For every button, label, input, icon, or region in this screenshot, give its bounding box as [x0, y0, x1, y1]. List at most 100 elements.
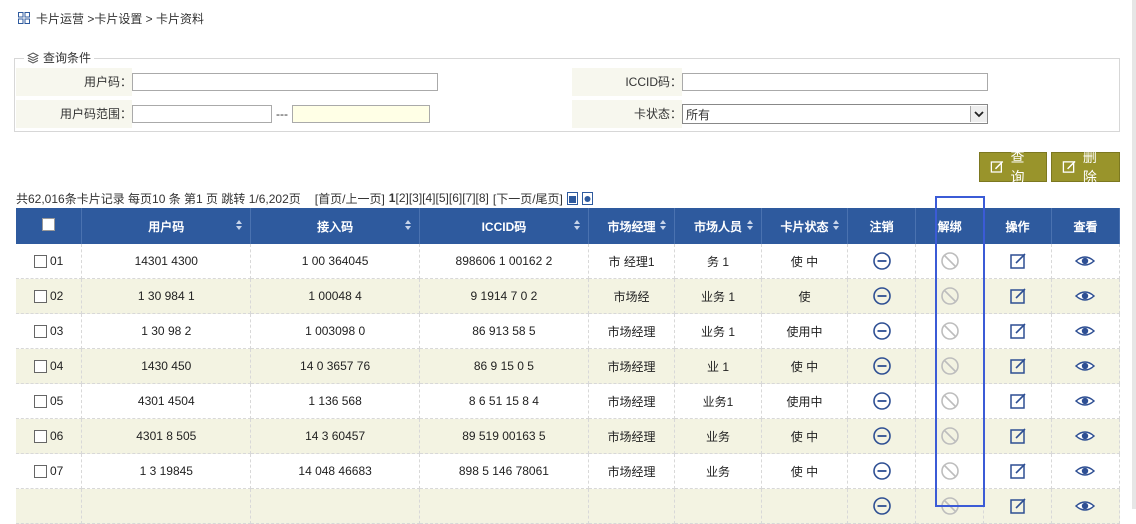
operate-cell — [983, 313, 1052, 349]
pager-page[interactable]: [4] — [422, 191, 435, 205]
edit-icon[interactable] — [1008, 426, 1028, 446]
pager-page[interactable]: [6] — [449, 191, 462, 205]
pager-next-last[interactable]: [下一页/尾页] — [493, 190, 563, 207]
staff-cell: 业 1 — [674, 348, 762, 384]
eye-icon[interactable] — [1075, 286, 1096, 306]
access-code-cell: 14 048 46683 — [250, 453, 420, 489]
sort-icon[interactable] — [660, 220, 667, 230]
minus-circle-icon[interactable] — [872, 286, 892, 306]
sort-icon[interactable] — [236, 220, 243, 230]
row-checkbox[interactable] — [34, 394, 47, 408]
user-code-input[interactable] — [132, 73, 438, 91]
row-checkbox[interactable] — [34, 429, 47, 443]
staff-cell: 务 1 — [674, 244, 762, 279]
edit-icon[interactable] — [1008, 356, 1028, 376]
search-button[interactable]: 查询 — [979, 149, 1047, 185]
status-cell — [761, 488, 849, 524]
query-legend: 查询条件 — [24, 49, 95, 66]
status-select[interactable]: 所有 — [682, 104, 988, 124]
eye-icon[interactable] — [1075, 356, 1096, 376]
minus-circle-icon[interactable] — [872, 461, 892, 481]
column-header-label: 用户码 — [148, 219, 185, 234]
column-header-label: 注销 — [869, 219, 894, 234]
row-checkbox[interactable] — [34, 464, 47, 478]
minus-circle-icon[interactable] — [872, 356, 892, 376]
breadcrumb-text: 卡片运营 >卡片设置 > 卡片资料 — [36, 11, 205, 26]
edit-icon[interactable] — [1008, 391, 1028, 411]
ban-icon[interactable] — [940, 426, 960, 446]
user-code-cell: 14301 4300 — [81, 244, 252, 279]
minus-circle-icon[interactable] — [872, 321, 892, 341]
edit-icon[interactable] — [1008, 321, 1028, 341]
select-all-header[interactable] — [16, 208, 83, 244]
ban-icon[interactable] — [940, 321, 960, 341]
column-header-label: 操作 — [1005, 219, 1030, 234]
status-cell: 使用中 — [761, 313, 849, 349]
minus-circle-icon[interactable] — [872, 251, 892, 271]
eye-icon[interactable] — [1075, 496, 1096, 516]
minus-circle-icon[interactable] — [872, 391, 892, 411]
sort-icon[interactable] — [405, 220, 411, 230]
pager-first-prev[interactable]: [首页/上一页] — [315, 190, 385, 207]
chevron-down-icon[interactable] — [970, 106, 987, 122]
pager-page[interactable]: [5] — [436, 191, 449, 205]
print-icon[interactable] — [581, 191, 593, 205]
ban-icon[interactable] — [940, 461, 960, 481]
card-table: 用户码 接入码 ICCID码 市场经理 市场人员 卡片状态 注销 解绑 操作 查… — [16, 208, 1121, 524]
minus-circle-icon[interactable] — [872, 496, 892, 516]
eye-icon[interactable] — [1075, 426, 1096, 446]
range-from-input[interactable] — [132, 105, 272, 123]
column-header[interactable]: 市场经理 — [588, 208, 676, 244]
iccid-input[interactable] — [682, 73, 988, 91]
operate-cell — [983, 244, 1052, 279]
edit-icon[interactable] — [1008, 251, 1028, 271]
eye-icon[interactable] — [1075, 461, 1096, 481]
sort-icon[interactable] — [746, 220, 753, 230]
ban-icon[interactable] — [940, 251, 960, 271]
column-header[interactable]: 接入码 — [250, 208, 420, 244]
row-number: 05 — [50, 394, 64, 409]
pager-page[interactable]: [3] — [409, 191, 422, 205]
select-all-checkbox[interactable] — [42, 218, 56, 231]
row-checkbox[interactable] — [34, 254, 47, 268]
row-checkbox[interactable] — [34, 324, 47, 338]
pager-current: 1 — [388, 191, 396, 205]
unbind-cell — [915, 453, 985, 489]
access-code-cell: 1 003098 0 — [250, 313, 420, 349]
range-to-input[interactable] — [292, 105, 430, 123]
ban-icon[interactable] — [940, 391, 960, 411]
pager-page[interactable]: [8] — [476, 191, 489, 205]
scrollbar[interactable] — [1132, 0, 1136, 509]
pager-page[interactable]: [7] — [462, 191, 475, 205]
excel-export-icon[interactable] — [566, 191, 578, 205]
manager-cell: 市 经理1 — [588, 244, 676, 279]
row-checkbox[interactable] — [34, 359, 47, 373]
row-select-cell: 07 — [16, 453, 83, 489]
status-label: 卡状态： — [572, 100, 682, 128]
eye-icon[interactable] — [1075, 251, 1096, 271]
column-header[interactable]: 市场人员 — [674, 208, 762, 244]
delete-button[interactable]: 删除 — [1051, 149, 1120, 185]
column-header[interactable]: ICCID码 — [419, 208, 589, 244]
row-number: 03 — [50, 324, 64, 339]
edit-icon[interactable] — [1008, 496, 1028, 516]
table-row: 04 1430 450 14 0 3657 76 86 9 15 0 5 市场经理业 1… — [16, 348, 1121, 384]
column-header[interactable]: 用户码 — [81, 208, 252, 244]
ban-icon[interactable] — [940, 286, 960, 306]
unbind-cell — [915, 418, 985, 454]
sort-icon[interactable] — [573, 220, 580, 230]
minus-circle-icon[interactable] — [872, 426, 892, 446]
ban-icon[interactable] — [940, 496, 960, 516]
eye-icon[interactable] — [1075, 391, 1096, 411]
iccid-cell: 89 519 00163 5 — [419, 418, 589, 454]
access-code-cell: 14 0 3657 76 — [250, 348, 420, 384]
edit-icon[interactable] — [1008, 461, 1028, 481]
column-header[interactable]: 卡片状态 — [761, 208, 849, 244]
view-cell — [1051, 348, 1121, 384]
eye-icon[interactable] — [1075, 321, 1096, 341]
ban-icon[interactable] — [940, 356, 960, 376]
sort-icon[interactable] — [833, 220, 840, 230]
edit-icon[interactable] — [1008, 286, 1028, 306]
row-checkbox[interactable] — [34, 289, 47, 303]
pager-page[interactable]: [2] — [395, 191, 408, 205]
